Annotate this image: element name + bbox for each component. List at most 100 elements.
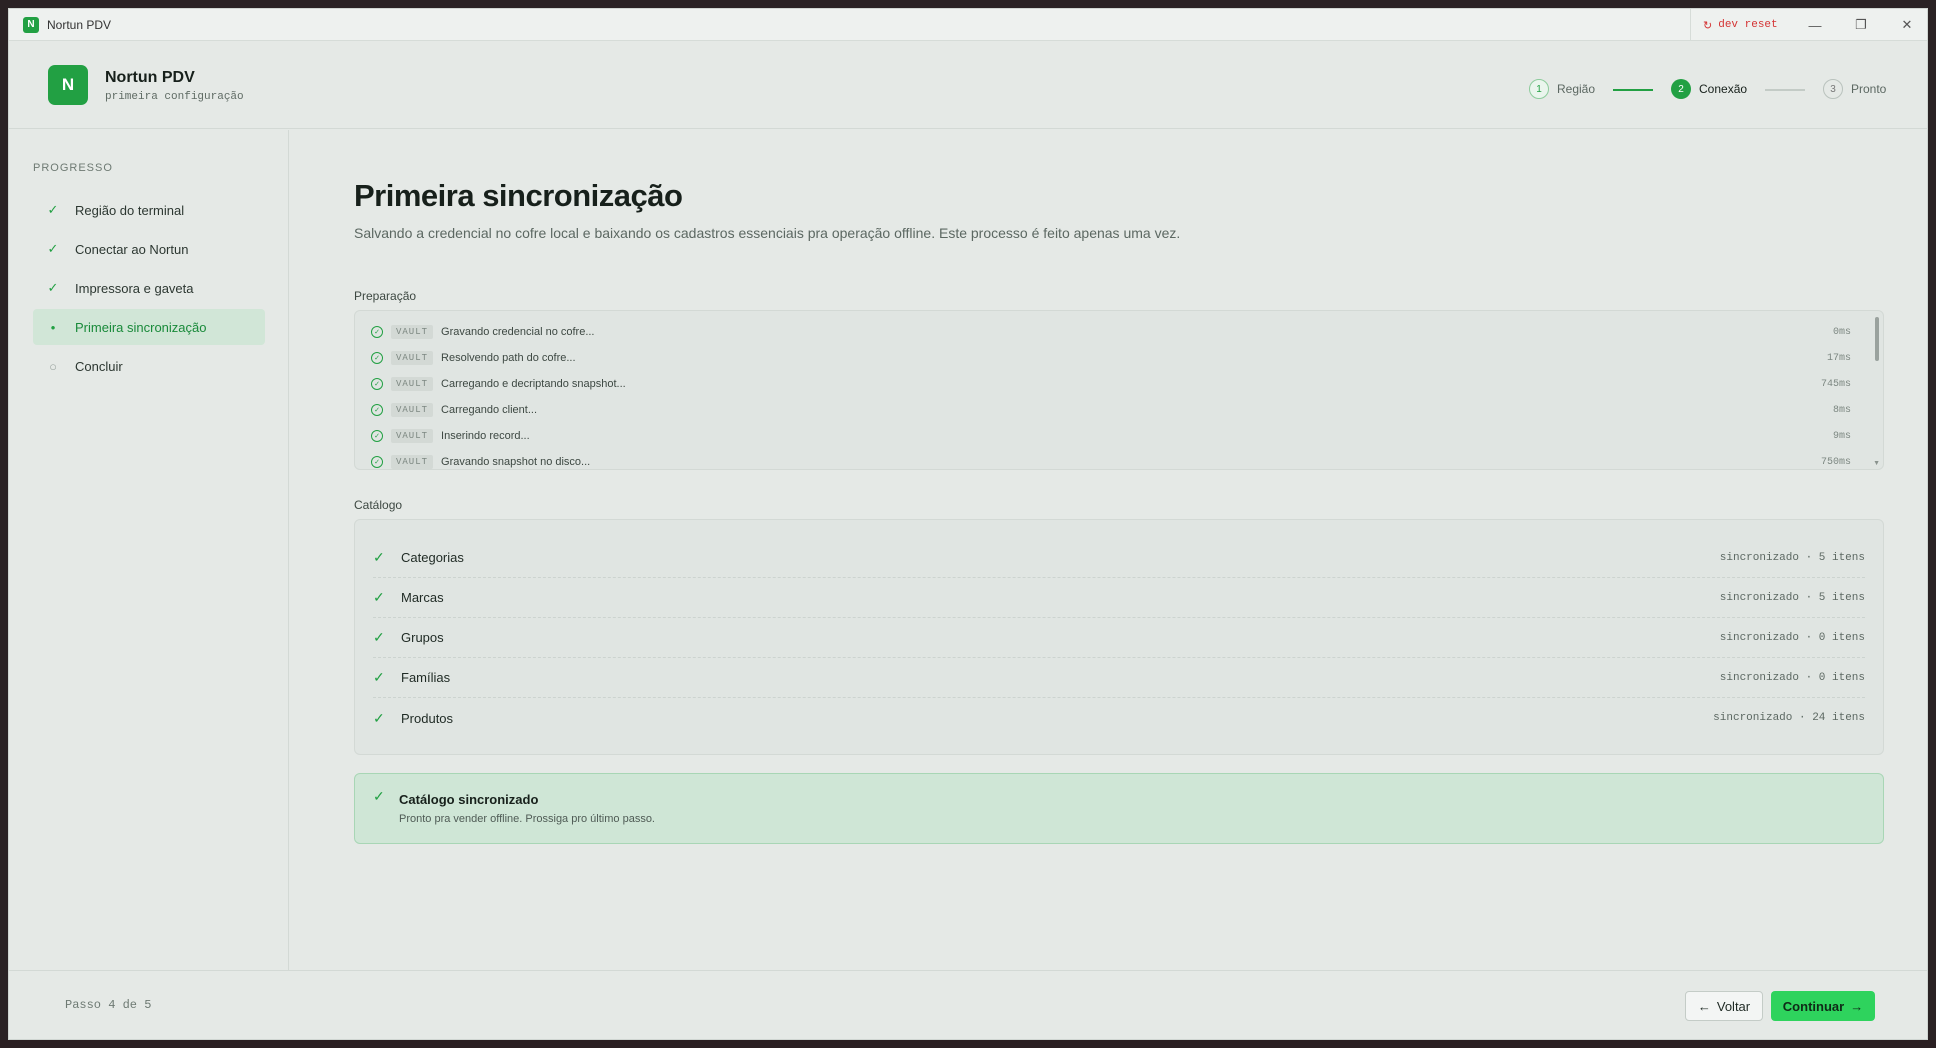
sidebar-item-impressora[interactable]: ✓ Impressora e gaveta [33, 270, 265, 306]
catalog-section-label: Catálogo [354, 498, 403, 512]
page-description: Salvando a credencial no cofre local e b… [354, 225, 1181, 241]
stepper-step-regiao: 1 Região [1529, 79, 1595, 99]
check-icon: ✓ [47, 202, 59, 217]
log-time: 8ms [1832, 404, 1851, 416]
sidebar-item-concluir[interactable]: ○ Concluir [33, 348, 265, 384]
log-time: 0ms [1832, 326, 1851, 338]
catalog-row: ✓ Famílias sincronizado · 0 itens [373, 658, 1865, 698]
check-icon: ✓ [373, 669, 385, 685]
window-title: Nortun PDV [47, 18, 112, 32]
main-content: Primeira sincronização Salvando a creden… [290, 130, 1927, 970]
log-text: Carregando client... [441, 404, 538, 416]
sidebar-item-regiao[interactable]: ✓ Região do terminal [33, 192, 265, 228]
log-time: 9ms [1832, 430, 1851, 442]
catalog-panel: ✓ Categorias sincronizado · 5 itens ✓ Ma… [354, 519, 1884, 755]
check-icon: ✓ [373, 589, 385, 605]
sidebar-item-conectar[interactable]: ✓ Conectar ao Nortun [33, 231, 265, 267]
log-row: ✓ VAULT Carregando client... 8ms [371, 397, 1851, 423]
page-title: Primeira sincronização [354, 178, 683, 213]
log-text: Carregando e decriptando snapshot... [441, 378, 626, 390]
brand-logo: N [48, 65, 88, 105]
catalog-name: Produtos [401, 710, 454, 726]
app-header: N Nortun PDV primeira configuração 1 Reg… [9, 41, 1927, 129]
dot-icon: • [50, 319, 56, 335]
success-alert: ✓ Catálogo sincronizado Pronto pra vende… [354, 773, 1884, 844]
catalog-status: sincronizado · 5 itens [1719, 551, 1865, 564]
log-time: 745ms [1820, 378, 1851, 390]
vault-tag: VAULT [391, 455, 434, 469]
back-button[interactable]: ← Voltar [1685, 991, 1763, 1021]
step-number: 1 [1529, 79, 1549, 99]
sidebar-item-label: Primeira sincronização [75, 319, 207, 335]
scroll-down-icon[interactable]: ▼ [1873, 460, 1880, 467]
sidebar-item-sincronizacao[interactable]: • Primeira sincronização [33, 309, 265, 345]
check-icon: ✓ [373, 549, 385, 565]
check-icon: ✓ [373, 629, 385, 645]
check-icon: ✓ [47, 241, 59, 256]
step-counter: Passo 4 de 5 [65, 998, 152, 1012]
back-button-label: Voltar [1716, 998, 1751, 1014]
check-icon: ✓ [373, 788, 385, 804]
vault-tag: VAULT [391, 377, 434, 391]
circle-icon: ○ [49, 358, 57, 374]
dev-reset-button[interactable]: ↻ dev reset [1690, 9, 1792, 41]
log-row: ✓ VAULT Resolvendo path do cofre... 17ms [371, 345, 1851, 371]
wizard-footer: Passo 4 de 5 ← Voltar Continuar → [9, 970, 1927, 1039]
sidebar-item-label: Concluir [75, 358, 123, 374]
progress-sidebar: PROGRESSO ✓ Região do terminal ✓ Conecta… [9, 130, 289, 970]
log-row: ✓ VAULT Inserindo record... 9ms [371, 423, 1851, 449]
sidebar-heading: PROGRESSO [33, 162, 113, 174]
stepper-connector [1613, 89, 1653, 91]
catalog-row: ✓ Produtos sincronizado · 24 itens [373, 698, 1865, 738]
brand-subtitle: primeira configuração [105, 91, 244, 103]
arrow-right-icon: → [1850, 998, 1864, 1014]
check-icon: ✓ [373, 709, 385, 726]
taskbar-strip [0, 1040, 1936, 1048]
log-row: ✓ VAULT Gravando credencial no cofre... … [371, 319, 1851, 345]
prep-section-label: Preparação [354, 289, 417, 303]
stepper-step-conexao: 2 Conexão [1671, 79, 1747, 99]
catalog-row: ✓ Marcas sincronizado · 5 itens [373, 578, 1865, 618]
step-number: 2 [1671, 79, 1691, 99]
success-circle-icon: ✓ [371, 404, 383, 416]
close-button[interactable]: ✕ [1884, 9, 1927, 41]
prep-log-panel[interactable]: ✓ VAULT Gravando credencial no cofre... … [354, 310, 1884, 470]
app-icon: N [23, 17, 39, 33]
success-circle-icon: ✓ [371, 456, 383, 468]
scrollbar-thumb[interactable] [1875, 317, 1879, 361]
catalog-name: Categorias [401, 550, 464, 565]
maximize-button[interactable]: ❐ [1838, 9, 1884, 41]
arrow-left-icon: ← [1697, 998, 1711, 1014]
catalog-name: Marcas [401, 590, 444, 605]
continue-button-label: Continuar [1782, 998, 1845, 1014]
catalog-status: sincronizado · 0 itens [1719, 631, 1865, 644]
catalog-row: ✓ Grupos sincronizado · 0 itens [373, 618, 1865, 658]
catalog-status: sincronizado · 0 itens [1719, 671, 1865, 684]
success-circle-icon: ✓ [371, 378, 383, 390]
step-number: 3 [1823, 79, 1843, 99]
brand-name: Nortun PDV [105, 69, 195, 86]
log-row: ✓ VAULT Carregando e decriptando snapsho… [371, 371, 1851, 397]
log-text: Gravando snapshot no disco... [441, 456, 591, 468]
success-title: Catálogo sincronizado [399, 792, 539, 807]
vault-tag: VAULT [391, 351, 434, 365]
catalog-status: sincronizado · 5 itens [1719, 591, 1865, 604]
dev-reset-label: dev reset [1718, 19, 1778, 31]
minimize-button[interactable]: — [1792, 9, 1838, 41]
catalog-name: Famílias [401, 670, 451, 685]
app-window: N Nortun PDV ↻ dev reset — ❐ ✕ N Nortun … [8, 8, 1928, 1040]
vault-tag: VAULT [391, 325, 434, 339]
log-text: Inserindo record... [441, 430, 530, 442]
refresh-icon: ↻ [1703, 19, 1713, 32]
catalog-status: sincronizado · 24 itens [1713, 712, 1865, 724]
log-text: Gravando credencial no cofre... [441, 326, 595, 338]
success-subtitle: Pronto pra vender offline. Prossiga pro … [399, 813, 655, 825]
stepper-step-pronto: 3 Pronto [1823, 79, 1886, 99]
catalog-name: Grupos [401, 630, 444, 645]
success-circle-icon: ✓ [371, 430, 383, 442]
continue-button[interactable]: Continuar → [1771, 991, 1875, 1021]
sidebar-item-label: Região do terminal [75, 202, 185, 218]
log-text: Resolvendo path do cofre... [441, 352, 576, 364]
check-icon: ✓ [47, 280, 59, 295]
sidebar-item-label: Impressora e gaveta [75, 280, 194, 296]
